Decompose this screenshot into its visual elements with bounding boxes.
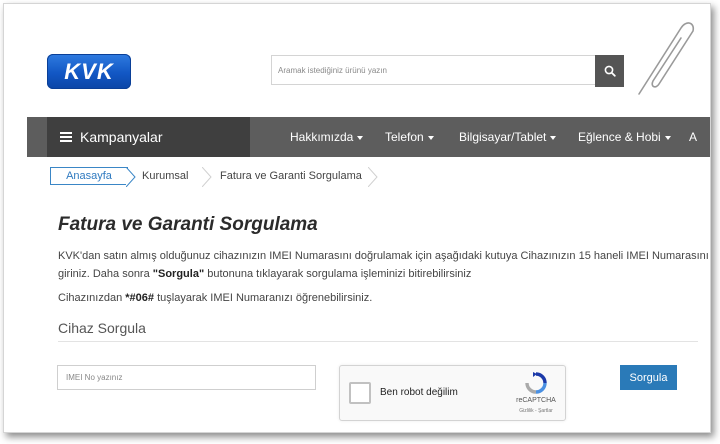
nav-campaigns-button[interactable]: Kampanyalar [47, 117, 250, 157]
page-title: Fatura ve Garanti Sorgulama [58, 214, 318, 235]
hint-suffix: tuşlayarak IMEI Numaranızı öğrenebilirsi… [154, 292, 373, 304]
chevron-down-icon [664, 136, 671, 140]
nav-item-label: Bilgisayar/Tablet [459, 130, 547, 144]
breadcrumb-kurumsal[interactable]: Kurumsal [142, 167, 188, 185]
hint-prefix: Cihazınızdan [58, 292, 126, 304]
chevron-down-icon [550, 136, 557, 140]
chevron-down-icon [427, 136, 434, 140]
menu-icon [60, 132, 72, 142]
nav-item-hakkimizda[interactable]: Hakkımızda [290, 117, 364, 157]
intro-text-prefix: giriniz. Daha sonra [58, 268, 153, 280]
section-divider [58, 341, 698, 342]
nav-item-label: Eğlence & Hobi [578, 130, 661, 144]
search-icon [604, 65, 616, 77]
breadcrumb-separator-icon [126, 167, 136, 187]
nav-item-label: Telefon [385, 130, 424, 144]
recaptcha-checkbox[interactable] [349, 382, 371, 404]
hint-code: *#06# [125, 292, 155, 304]
chevron-down-icon [357, 136, 364, 140]
nav-item-telefon[interactable]: Telefon [385, 117, 434, 157]
imei-hint-text: Cihazınızdan *#06# tuşlayarak IMEI Numar… [58, 292, 372, 304]
section-title: Cihaz Sorgula [58, 320, 146, 336]
recaptcha-label: Ben robot değilim [380, 387, 458, 398]
nav-campaigns-label: Kampanyalar [80, 129, 163, 145]
intro-text-bold: "Sorgula" [152, 268, 205, 280]
nav-item-eglence-hobi[interactable]: Eğlence & Hobi [578, 117, 671, 157]
breadcrumb-separator-icon [202, 167, 212, 187]
logo-text: KVK [64, 58, 114, 84]
browser-frame: KVK Kampanyalar Hakkımızda Telefon [3, 3, 711, 433]
kvk-logo[interactable]: KVK [47, 54, 131, 89]
breadcrumb-home[interactable]: Anasayfa [50, 167, 128, 185]
paperclip-icon [638, 22, 695, 95]
intro-text-line2: giriniz. Daha sonra "Sorgula" butonuna t… [58, 268, 471, 280]
nav-item-label: A [689, 130, 698, 144]
breadcrumb-separator-icon [368, 167, 378, 187]
recaptcha-widget: Ben robot değilim reCAPTCHA Gizlilik - Ş… [339, 365, 566, 421]
search-button[interactable] [595, 55, 624, 87]
search-input[interactable] [271, 55, 595, 85]
recaptcha-brand: reCAPTCHA [516, 397, 556, 404]
main-nav: Kampanyalar Hakkımızda Telefon Bilgisaya… [27, 117, 710, 157]
intro-text-line1: KVK'dan satın almış olduğunuz cihazınızı… [58, 250, 709, 262]
sorgula-button[interactable]: Sorgula [620, 365, 677, 390]
breadcrumb-current: Fatura ve Garanti Sorgulama [220, 170, 362, 182]
recaptcha-links[interactable]: Gizlilik - Şartlar [510, 408, 562, 414]
nav-item-label: Hakkımızda [290, 130, 354, 144]
recaptcha-logo-icon [525, 372, 547, 394]
intro-text-suffix: butonuna tıklayarak sorgulama işleminizi… [204, 268, 472, 280]
nav-item-truncated[interactable]: A [689, 117, 697, 157]
nav-item-bilgisayar-tablet[interactable]: Bilgisayar/Tablet [459, 117, 557, 157]
imei-input[interactable] [57, 365, 316, 390]
search-bar [271, 55, 624, 87]
